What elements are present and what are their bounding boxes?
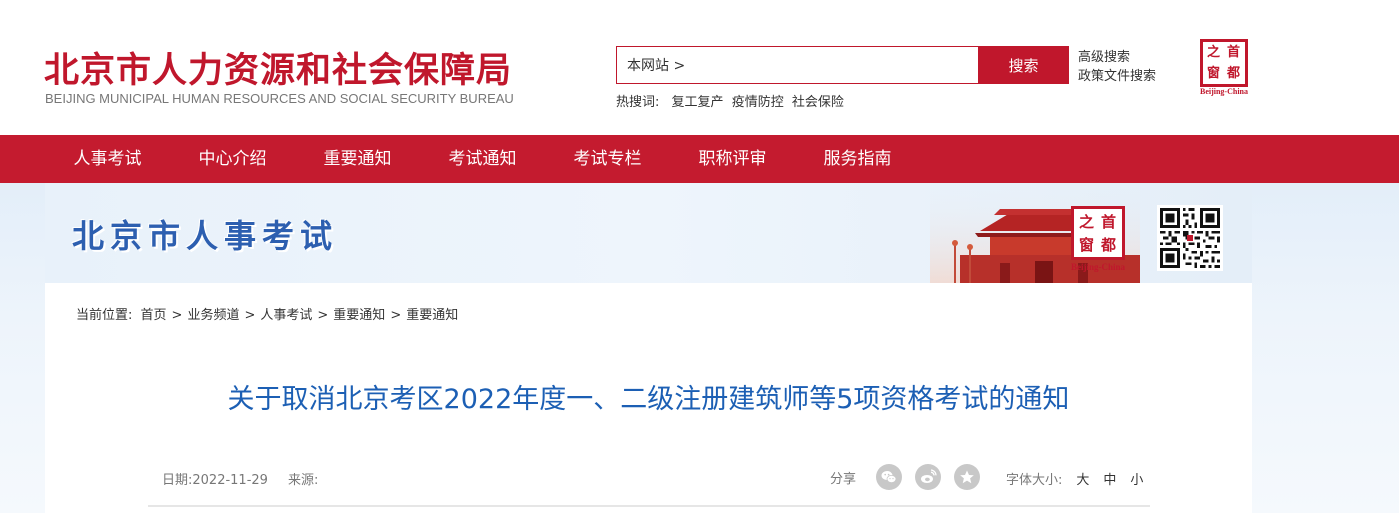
breadcrumb-item-home[interactable]: 首页 bbox=[141, 308, 167, 323]
search-input[interactable] bbox=[617, 47, 978, 83]
publish-date: 2022-11-29 bbox=[192, 473, 268, 488]
capital-window-badge[interactable]: 之 首 窗 都 Beijing-China bbox=[1067, 206, 1129, 274]
qr-code-icon bbox=[1157, 205, 1223, 271]
seal-char: 之 bbox=[1079, 213, 1095, 231]
font-size-label: 字体大小: bbox=[1006, 473, 1063, 488]
divider bbox=[148, 505, 1150, 507]
hot-word[interactable]: 复工复产 bbox=[672, 95, 724, 110]
nav-item-exam-notice[interactable]: 考试通知 bbox=[420, 135, 545, 183]
advanced-search-link[interactable]: 高级搜索 bbox=[1078, 48, 1156, 67]
breadcrumb-item[interactable]: 重要通知 bbox=[406, 308, 458, 323]
share-bar: 分享 bbox=[830, 463, 993, 491]
seal-char: 之 bbox=[1207, 45, 1221, 60]
share-label: 分享 bbox=[830, 471, 857, 487]
weibo-icon[interactable] bbox=[915, 464, 942, 490]
seal-char: 都 bbox=[1101, 236, 1117, 254]
article-meta: 日期:2022-11-29 来源: bbox=[162, 469, 318, 488]
site-logo-subtitle: BEIJING MUNICIPAL HUMAN RESOURCES AND SO… bbox=[45, 91, 514, 106]
hot-word[interactable]: 疫情防控 bbox=[732, 95, 784, 110]
seal-char: 窗 bbox=[1207, 66, 1221, 81]
font-size-medium[interactable]: 中 bbox=[1103, 473, 1116, 488]
font-size-switcher: 字体大小: 大中小 bbox=[1006, 469, 1143, 488]
seal-char: 首 bbox=[1101, 213, 1117, 231]
breadcrumb-label: 当前位置: bbox=[76, 308, 133, 323]
seal-box: 之 首 窗 都 bbox=[1071, 206, 1125, 260]
article-card: 当前位置: 首页 > 业务频道 > 人事考试 > 重要通知 > 重要通知 关于取消北京考区202… bbox=[45, 283, 1252, 513]
seal-box: 之 首 窗 都 bbox=[1200, 39, 1248, 87]
nav-item-exam-column[interactable]: 考试专栏 bbox=[545, 135, 670, 183]
breadcrumb-separator: > bbox=[244, 308, 256, 323]
nav-item-title-review[interactable]: 职称评审 bbox=[670, 135, 795, 183]
site-logo-title[interactable]: 北京市人力资源和社会保障局 bbox=[44, 42, 512, 93]
site-header: 北京市人力资源和社会保障局 BEIJING MUNICIPAL HUMAN RE… bbox=[0, 0, 1399, 135]
nav-item-service-guide[interactable]: 服务指南 bbox=[795, 135, 920, 183]
main-nav: 人事考试 中心介绍 重要通知 考试通知 考试专栏 职称评审 服务指南 bbox=[0, 135, 1399, 183]
seal-caption: Beijing-China bbox=[1199, 87, 1248, 96]
nav-item-important-notice[interactable]: 重要通知 bbox=[295, 135, 420, 183]
seal-char: 首 bbox=[1227, 45, 1241, 60]
nav-item-about[interactable]: 中心介绍 bbox=[170, 135, 295, 183]
breadcrumb: 当前位置: 首页 > 业务频道 > 人事考试 > 重要通知 > 重要通知 bbox=[76, 304, 458, 323]
hot-search-words: 热搜词: 复工复产 疫情防控 社会保险 bbox=[616, 91, 844, 110]
nav-item-exam[interactable]: 人事考试 bbox=[45, 135, 170, 183]
search-field[interactable] bbox=[616, 46, 978, 84]
font-size-large[interactable]: 大 bbox=[1076, 473, 1089, 488]
breadcrumb-item[interactable]: 业务频道 bbox=[187, 308, 239, 323]
source-label: 来源: bbox=[287, 473, 319, 488]
breadcrumb-separator: > bbox=[317, 308, 329, 323]
policy-search-link[interactable]: 政策文件搜索 bbox=[1078, 67, 1156, 86]
search-links: 高级搜索 政策文件搜索 bbox=[1078, 48, 1156, 86]
banner-title: 北京市人事考试 bbox=[72, 217, 339, 255]
star-icon[interactable] bbox=[954, 464, 981, 490]
seal-char: 窗 bbox=[1079, 236, 1095, 254]
font-size-small[interactable]: 小 bbox=[1130, 473, 1143, 488]
hot-word[interactable]: 社会保险 bbox=[792, 95, 844, 110]
article-title: 关于取消北京考区2022年度一、二级注册建筑师等5项资格考试的通知 bbox=[227, 384, 1070, 415]
breadcrumb-separator: > bbox=[171, 308, 183, 323]
breadcrumb-separator: > bbox=[390, 308, 402, 323]
seal-caption: Beijing-China bbox=[1070, 262, 1125, 272]
capital-window-logo[interactable]: 之 首 窗 都 Beijing-China bbox=[1197, 39, 1251, 97]
wechat-icon[interactable] bbox=[876, 464, 903, 490]
seal-char: 都 bbox=[1227, 66, 1241, 81]
breadcrumb-item[interactable]: 重要通知 bbox=[333, 308, 385, 323]
search-button[interactable]: 搜索 bbox=[978, 46, 1069, 84]
hot-search-label: 热搜词: bbox=[616, 95, 660, 110]
breadcrumb-item[interactable]: 人事考试 bbox=[260, 308, 312, 323]
date-label: 日期: bbox=[162, 473, 193, 488]
